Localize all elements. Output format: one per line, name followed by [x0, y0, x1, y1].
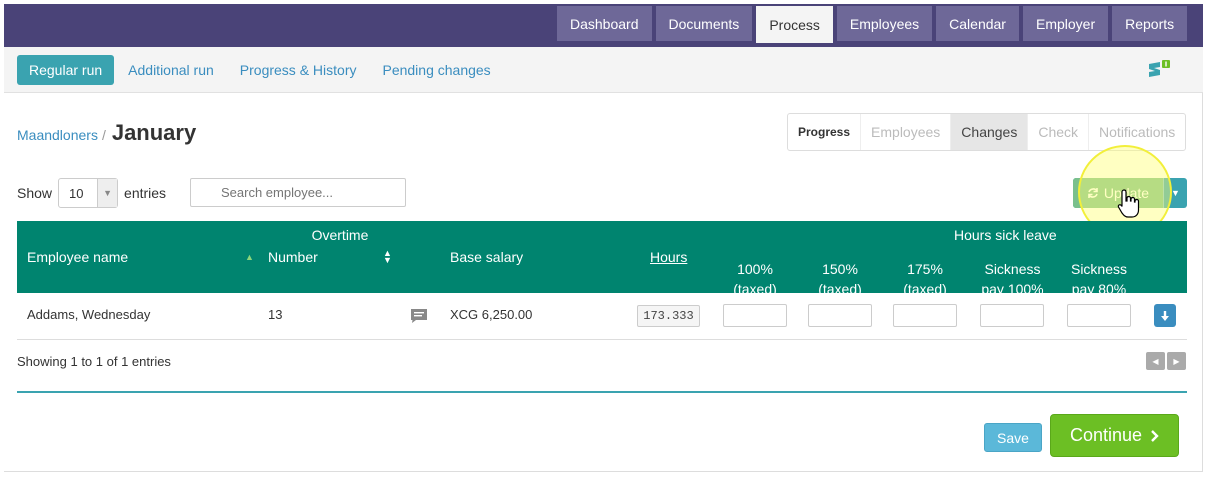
overtime-100-input[interactable]: [723, 304, 787, 327]
step-notifications: Notifications: [1088, 114, 1185, 150]
col-base-salary: Base salary: [450, 249, 524, 265]
subnav-pending-changes[interactable]: Pending changes: [370, 55, 502, 85]
table-row: Addams, Wednesday 13 XCG 6,250.00 173.33…: [17, 293, 1187, 340]
overtime-150-input[interactable]: [808, 304, 872, 327]
caret-right-icon: ▶: [1173, 356, 1180, 366]
col-overtime-150-line1: 150%: [822, 261, 858, 277]
step-employees: Employees: [860, 114, 950, 150]
sub-nav: Regular run Additional run Progress & Hi…: [17, 55, 505, 85]
show-label: Show: [17, 185, 53, 201]
entries-select[interactable]: 10 ▼: [58, 178, 119, 208]
col-hours[interactable]: Hours: [650, 247, 687, 267]
entries-label: entries: [124, 185, 167, 201]
step-check: Check: [1027, 114, 1088, 150]
col-number[interactable]: Number: [268, 247, 318, 267]
pagination: ◀ ▶: [1146, 352, 1186, 370]
step-changes[interactable]: Changes: [950, 114, 1028, 150]
cell-base-salary: XCG 6,250.00: [450, 307, 533, 322]
chevron-right-icon: [1151, 429, 1159, 442]
col-employee-name[interactable]: Employee name: [27, 247, 128, 267]
hand-cursor-icon: [1117, 189, 1140, 218]
continue-button-label: Continue: [1069, 425, 1143, 445]
entries-length-control: Show 10 ▼ entries: [17, 178, 166, 208]
subnav-regular-run[interactable]: Regular run: [17, 55, 115, 85]
col-sickness-80-line1: Sickness: [1070, 261, 1128, 277]
group-header-overtime: Overtime: [311, 227, 369, 243]
sickness-100-input[interactable]: [980, 304, 1044, 327]
nav-tab-employer[interactable]: Employer: [1022, 6, 1109, 41]
row-expand-button[interactable]: [1154, 304, 1176, 327]
nav-tab-employees[interactable]: Employees: [836, 6, 933, 41]
caret-left-icon: ◀: [1152, 356, 1159, 366]
col-overtime-100-line1: 100%: [737, 261, 773, 277]
cell-hours: 173.333: [637, 305, 700, 327]
step-progress[interactable]: Progress: [788, 114, 860, 150]
sort-asc-icon: ▲: [245, 252, 254, 262]
cell-number: 13: [268, 307, 283, 322]
breadcrumb: Maandloners / January: [17, 120, 196, 146]
next-page-button[interactable]: ▶: [1167, 352, 1186, 370]
main-nav: Dashboard Documents Process Employees Ca…: [557, 6, 1188, 43]
nav-tab-dashboard[interactable]: Dashboard: [557, 6, 652, 41]
prev-page-button[interactable]: ◀: [1146, 352, 1165, 370]
section-divider: [17, 391, 1187, 393]
cell-employee-name: Addams, Wednesday: [27, 307, 151, 322]
nav-tab-documents[interactable]: Documents: [655, 6, 753, 41]
group-header-sick-leave: Hours sick leave: [954, 227, 1057, 243]
nav-tab-calendar[interactable]: Calendar: [936, 6, 1019, 41]
save-button[interactable]: Save: [984, 423, 1042, 452]
breadcrumb-parent-link[interactable]: Maandloners: [17, 127, 98, 143]
table-info: Showing 1 to 1 of 1 entries: [17, 354, 171, 369]
breadcrumb-separator: /: [101, 127, 106, 143]
overtime-175-input[interactable]: [893, 304, 957, 327]
page-title: January: [111, 120, 197, 145]
entries-select-value: 10: [69, 185, 84, 201]
comment-icon[interactable]: [410, 308, 428, 324]
subnav-progress-history[interactable]: Progress & History: [228, 55, 369, 85]
subnav-additional-run[interactable]: Additional run: [116, 55, 226, 85]
search-employee-input[interactable]: [190, 178, 406, 207]
col-sickness-100-line1: Sickness: [984, 261, 1041, 277]
table-header: Overtime Hours sick leave Employee name …: [17, 221, 1187, 297]
nav-tab-process[interactable]: Process: [756, 6, 833, 43]
caret-down-icon: ▼: [1171, 188, 1180, 198]
arrow-down-icon: [1161, 310, 1169, 321]
nav-tab-reports[interactable]: Reports: [1112, 6, 1188, 41]
sort-both-icon: ▲ ▼: [383, 248, 392, 265]
chat-help-icon[interactable]: [1146, 58, 1172, 80]
sickness-80-input[interactable]: [1067, 304, 1131, 327]
chevron-down-icon: ▼: [97, 179, 118, 207]
continue-button[interactable]: Continue: [1050, 414, 1179, 457]
col-overtime-175-line1: 175%: [907, 261, 943, 277]
